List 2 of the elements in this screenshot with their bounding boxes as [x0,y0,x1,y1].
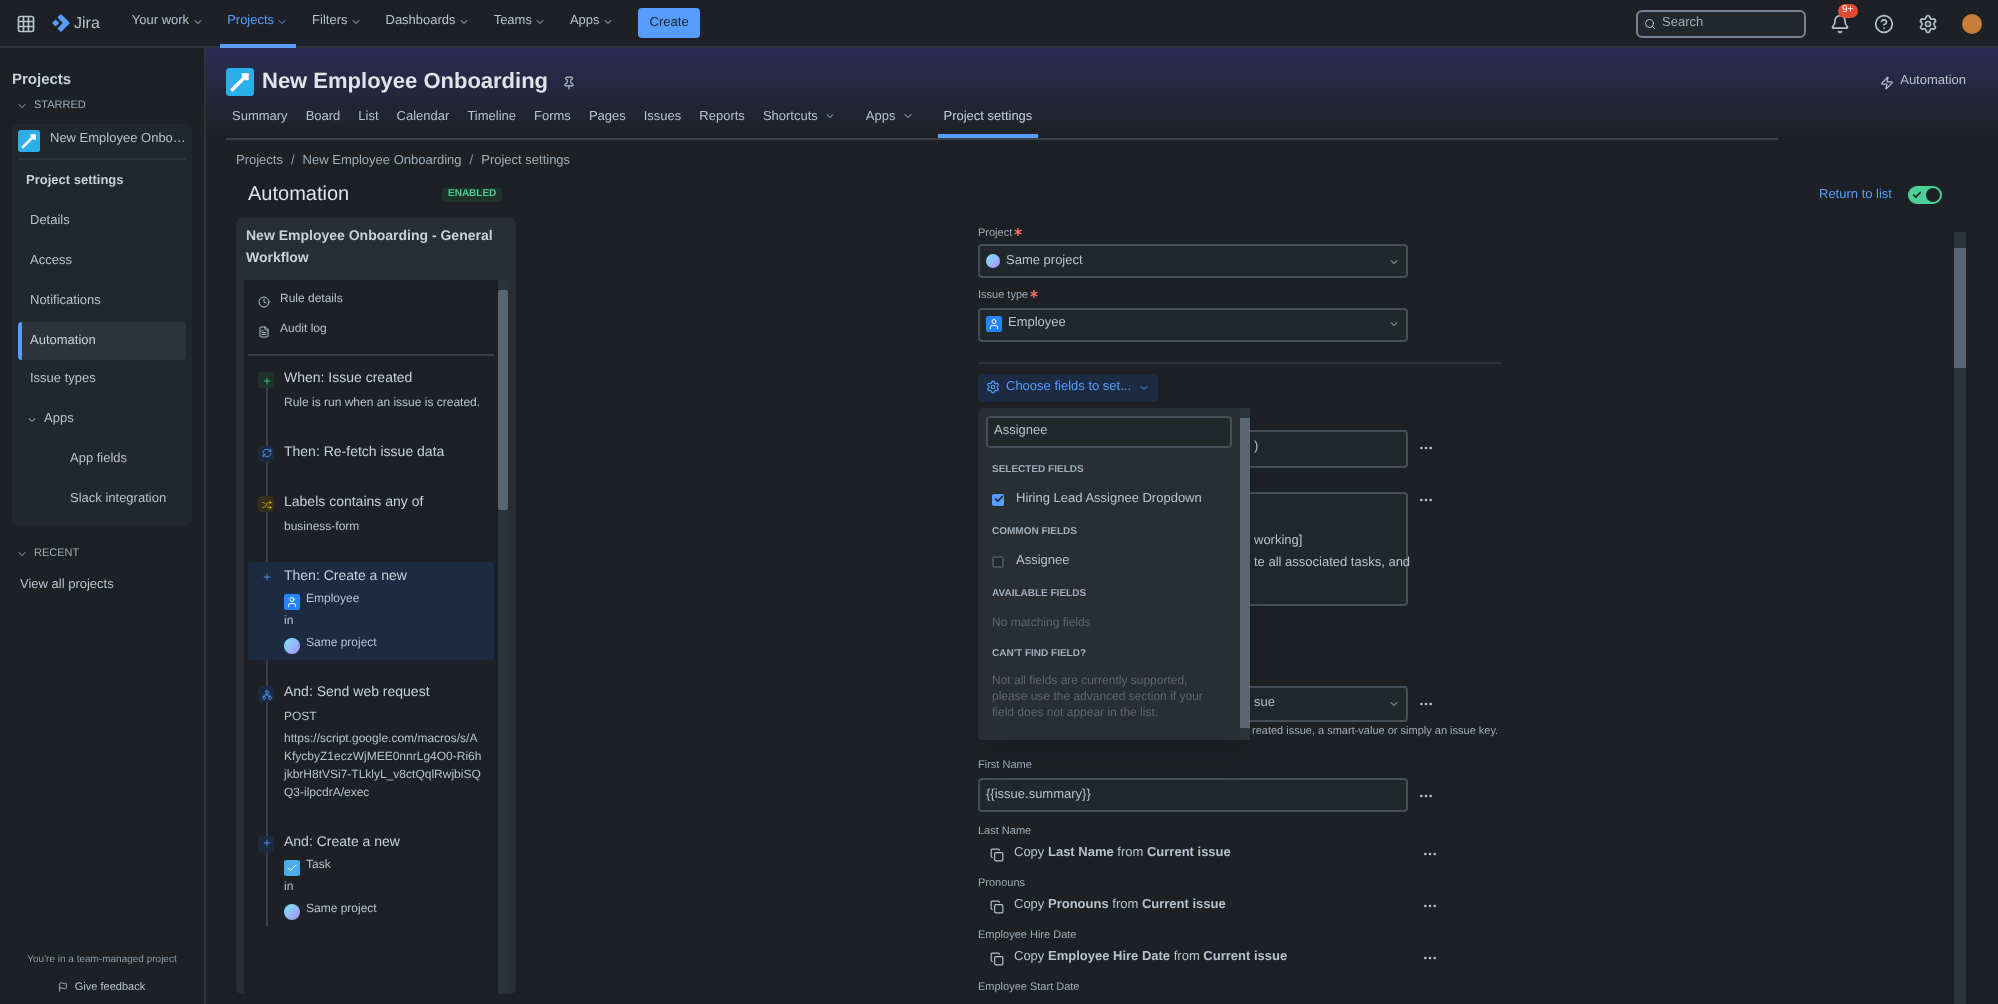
project-title: New Employee Onboarding [262,68,549,98]
page-title: Automation [248,182,352,210]
